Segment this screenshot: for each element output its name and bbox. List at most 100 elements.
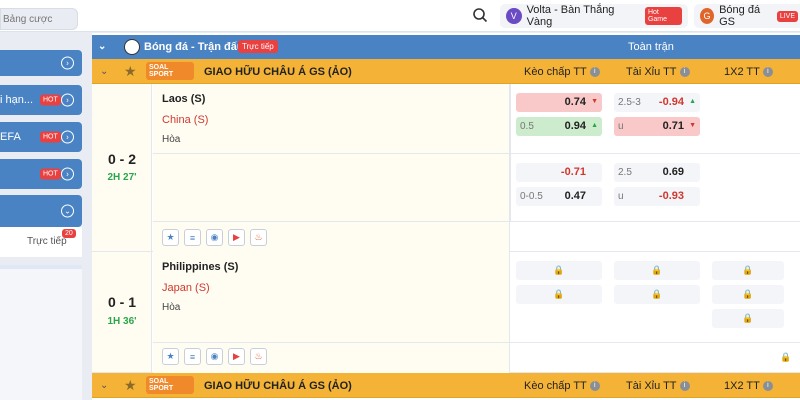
volta-icon: V — [506, 8, 522, 24]
odd-value: 0.69 — [662, 166, 684, 178]
odd-line: 0-0.5 — [520, 191, 543, 202]
odd-value: 0.74 — [564, 96, 586, 108]
col-1x2-label: 1X2 TT — [724, 66, 760, 78]
match-time: 2H 27' — [107, 172, 137, 183]
odd-line: u — [618, 121, 624, 132]
match-actions: ★ ≡ ◉ ▶ ♨ — [162, 348, 267, 365]
hot-badge: HOT — [40, 168, 61, 180]
bet-search-box[interactable] — [0, 8, 78, 30]
odd-overunder-under[interactable]: u 0.71 ▼ — [614, 117, 700, 136]
divider — [153, 342, 800, 343]
lock-icon: 🔒 — [516, 285, 602, 304]
gs-football-chip[interactable]: G Bóng đá GS LIVE — [694, 4, 800, 28]
draw-label: Hòa — [162, 134, 181, 145]
league-name: GIAO HỮU CHÂU Á GS (ẢO) — [204, 66, 352, 78]
divider — [153, 221, 800, 222]
match-row: 0 - 2 2H 27' Laos (S) China (S) Hòa 0.74… — [92, 84, 800, 252]
league-logo: SOAL SPORT — [146, 376, 194, 394]
live-count-badge: 20 — [62, 229, 76, 238]
match-time: 1H 36' — [107, 316, 137, 327]
odd-handicap-away[interactable]: 0.5 0.94 ▲ — [516, 117, 602, 136]
info-icon[interactable]: i — [589, 67, 600, 78]
away-team[interactable]: China (S) — [162, 114, 208, 126]
odd-value: 0.71 — [662, 120, 684, 132]
star-icon[interactable]: ★ — [124, 377, 137, 394]
sidebar-item-label: EFA — [0, 131, 21, 143]
sidebar-item-2[interactable]: i hạn... HOT › — [0, 85, 82, 115]
live-badge: Trực tiếp — [238, 40, 278, 53]
lock-icon: 🔒 — [614, 261, 700, 280]
col-1x2-header: 1X2 TT i — [724, 380, 773, 392]
star-icon[interactable]: ★ — [162, 348, 179, 365]
odd-overunder-over[interactable]: 2.5-3 -0.94 ▲ — [614, 93, 700, 112]
star-icon[interactable]: ★ — [124, 63, 137, 80]
odd-handicap-home-2[interactable]: -0.71 — [516, 163, 602, 182]
odd-value: -0.71 — [560, 166, 586, 178]
col-handicap-label: Kèo chấp TT — [524, 66, 587, 78]
sidebar-item-1[interactable]: › — [0, 50, 82, 76]
chevron-down-icon[interactable]: ⌄ — [100, 380, 108, 391]
info-icon[interactable]: i — [762, 67, 773, 78]
league-logo: SOAL SPORT — [146, 62, 194, 80]
sidebar-item-4[interactable]: HOT › — [0, 159, 82, 189]
col-1x2-label: 1X2 TT — [724, 380, 760, 392]
sidebar-item-5[interactable]: ⌄ — [0, 195, 82, 227]
database-icon[interactable]: ≡ — [184, 348, 201, 365]
col-overunder-header: Tài Xỉu TT i — [626, 66, 690, 78]
fire-icon[interactable]: ♨ — [250, 348, 267, 365]
odd-line: 2.5 — [618, 167, 632, 178]
odd-line: 0.5 — [520, 121, 534, 132]
home-team[interactable]: Laos (S) — [162, 93, 205, 105]
league-row[interactable]: ⌄ ★ SOAL SPORT GIAO HỮU CHÂU Á GS (ẢO) K… — [92, 373, 800, 398]
search-icon[interactable] — [472, 7, 488, 23]
bet-search-input[interactable] — [1, 9, 77, 29]
live-badge: LIVE — [776, 10, 798, 22]
divider — [153, 153, 800, 154]
hot-game-badge: Hot Game — [644, 7, 682, 25]
chevron-right-icon: › — [61, 167, 74, 181]
volta-game-chip[interactable]: V Volta - Bàn Thắng Vàng Hot Game — [500, 4, 688, 28]
star-icon[interactable]: ★ — [162, 229, 179, 246]
odd-handicap-away-2[interactable]: 0-0.5 0.47 — [516, 187, 602, 206]
info-icon[interactable]: i — [589, 381, 600, 392]
away-team[interactable]: Japan (S) — [162, 282, 210, 294]
sidebar-panel — [0, 265, 82, 400]
odd-line: u — [618, 191, 624, 202]
odd-handicap-home[interactable]: 0.74 ▼ — [516, 93, 602, 112]
odd-overunder-under-2[interactable]: u -0.93 — [614, 187, 700, 206]
eye-icon[interactable]: ◉ — [206, 229, 223, 246]
col-1x2-header: 1X2 TT i — [724, 66, 773, 78]
odd-overunder-over-2[interactable]: 2.5 0.69 — [614, 163, 700, 182]
chevron-right-icon: › — [61, 93, 74, 107]
league-row[interactable]: ⌄ ★ SOAL SPORT GIAO HỮU CHÂU Á GS (ẢO) K… — [92, 59, 800, 84]
sidebar-live-row[interactable]: Trực tiếp 20 — [0, 227, 82, 257]
play-icon[interactable]: ▶ — [228, 348, 245, 365]
odd-value: 0.47 — [564, 190, 586, 202]
match-score: 0 - 2 — [107, 151, 136, 167]
arrow-down-icon: ▼ — [689, 122, 696, 129]
eye-icon[interactable]: ◉ — [206, 348, 223, 365]
full-match-label: Toàn trận — [628, 41, 674, 53]
score-column: 0 - 2 2H 27' — [92, 84, 152, 251]
hot-badge: HOT — [40, 131, 61, 143]
chevron-down-icon[interactable]: ⌄ — [98, 41, 106, 52]
section-title: Bóng đá - Trận đấu — [144, 41, 244, 53]
fire-icon[interactable]: ♨ — [250, 229, 267, 246]
chevron-right-icon: › — [61, 56, 74, 70]
info-icon[interactable]: i — [679, 381, 690, 392]
col-handicap-header: Kèo chấp TT i — [524, 380, 600, 392]
play-icon[interactable]: ▶ — [228, 229, 245, 246]
sidebar-item-label: i hạn... — [0, 94, 34, 106]
home-team[interactable]: Philippines (S) — [162, 261, 238, 273]
match-actions: ★ ≡ ◉ ▶ ♨ — [162, 229, 267, 246]
info-icon[interactable]: i — [762, 381, 773, 392]
lock-icon: 🔒 — [712, 261, 784, 280]
chevron-down-icon[interactable]: ⌄ — [100, 66, 108, 77]
lock-icon: 🔒 — [712, 285, 784, 304]
col-overunder-label: Tài Xỉu TT — [626, 66, 677, 78]
database-icon[interactable]: ≡ — [184, 229, 201, 246]
sidebar: › i hạn... HOT › EFA HOT › HOT › ⌄ Trực … — [0, 33, 82, 400]
lock-icon: 🔒 — [712, 309, 784, 328]
sidebar-item-3[interactable]: EFA HOT › — [0, 122, 82, 152]
info-icon[interactable]: i — [679, 67, 690, 78]
